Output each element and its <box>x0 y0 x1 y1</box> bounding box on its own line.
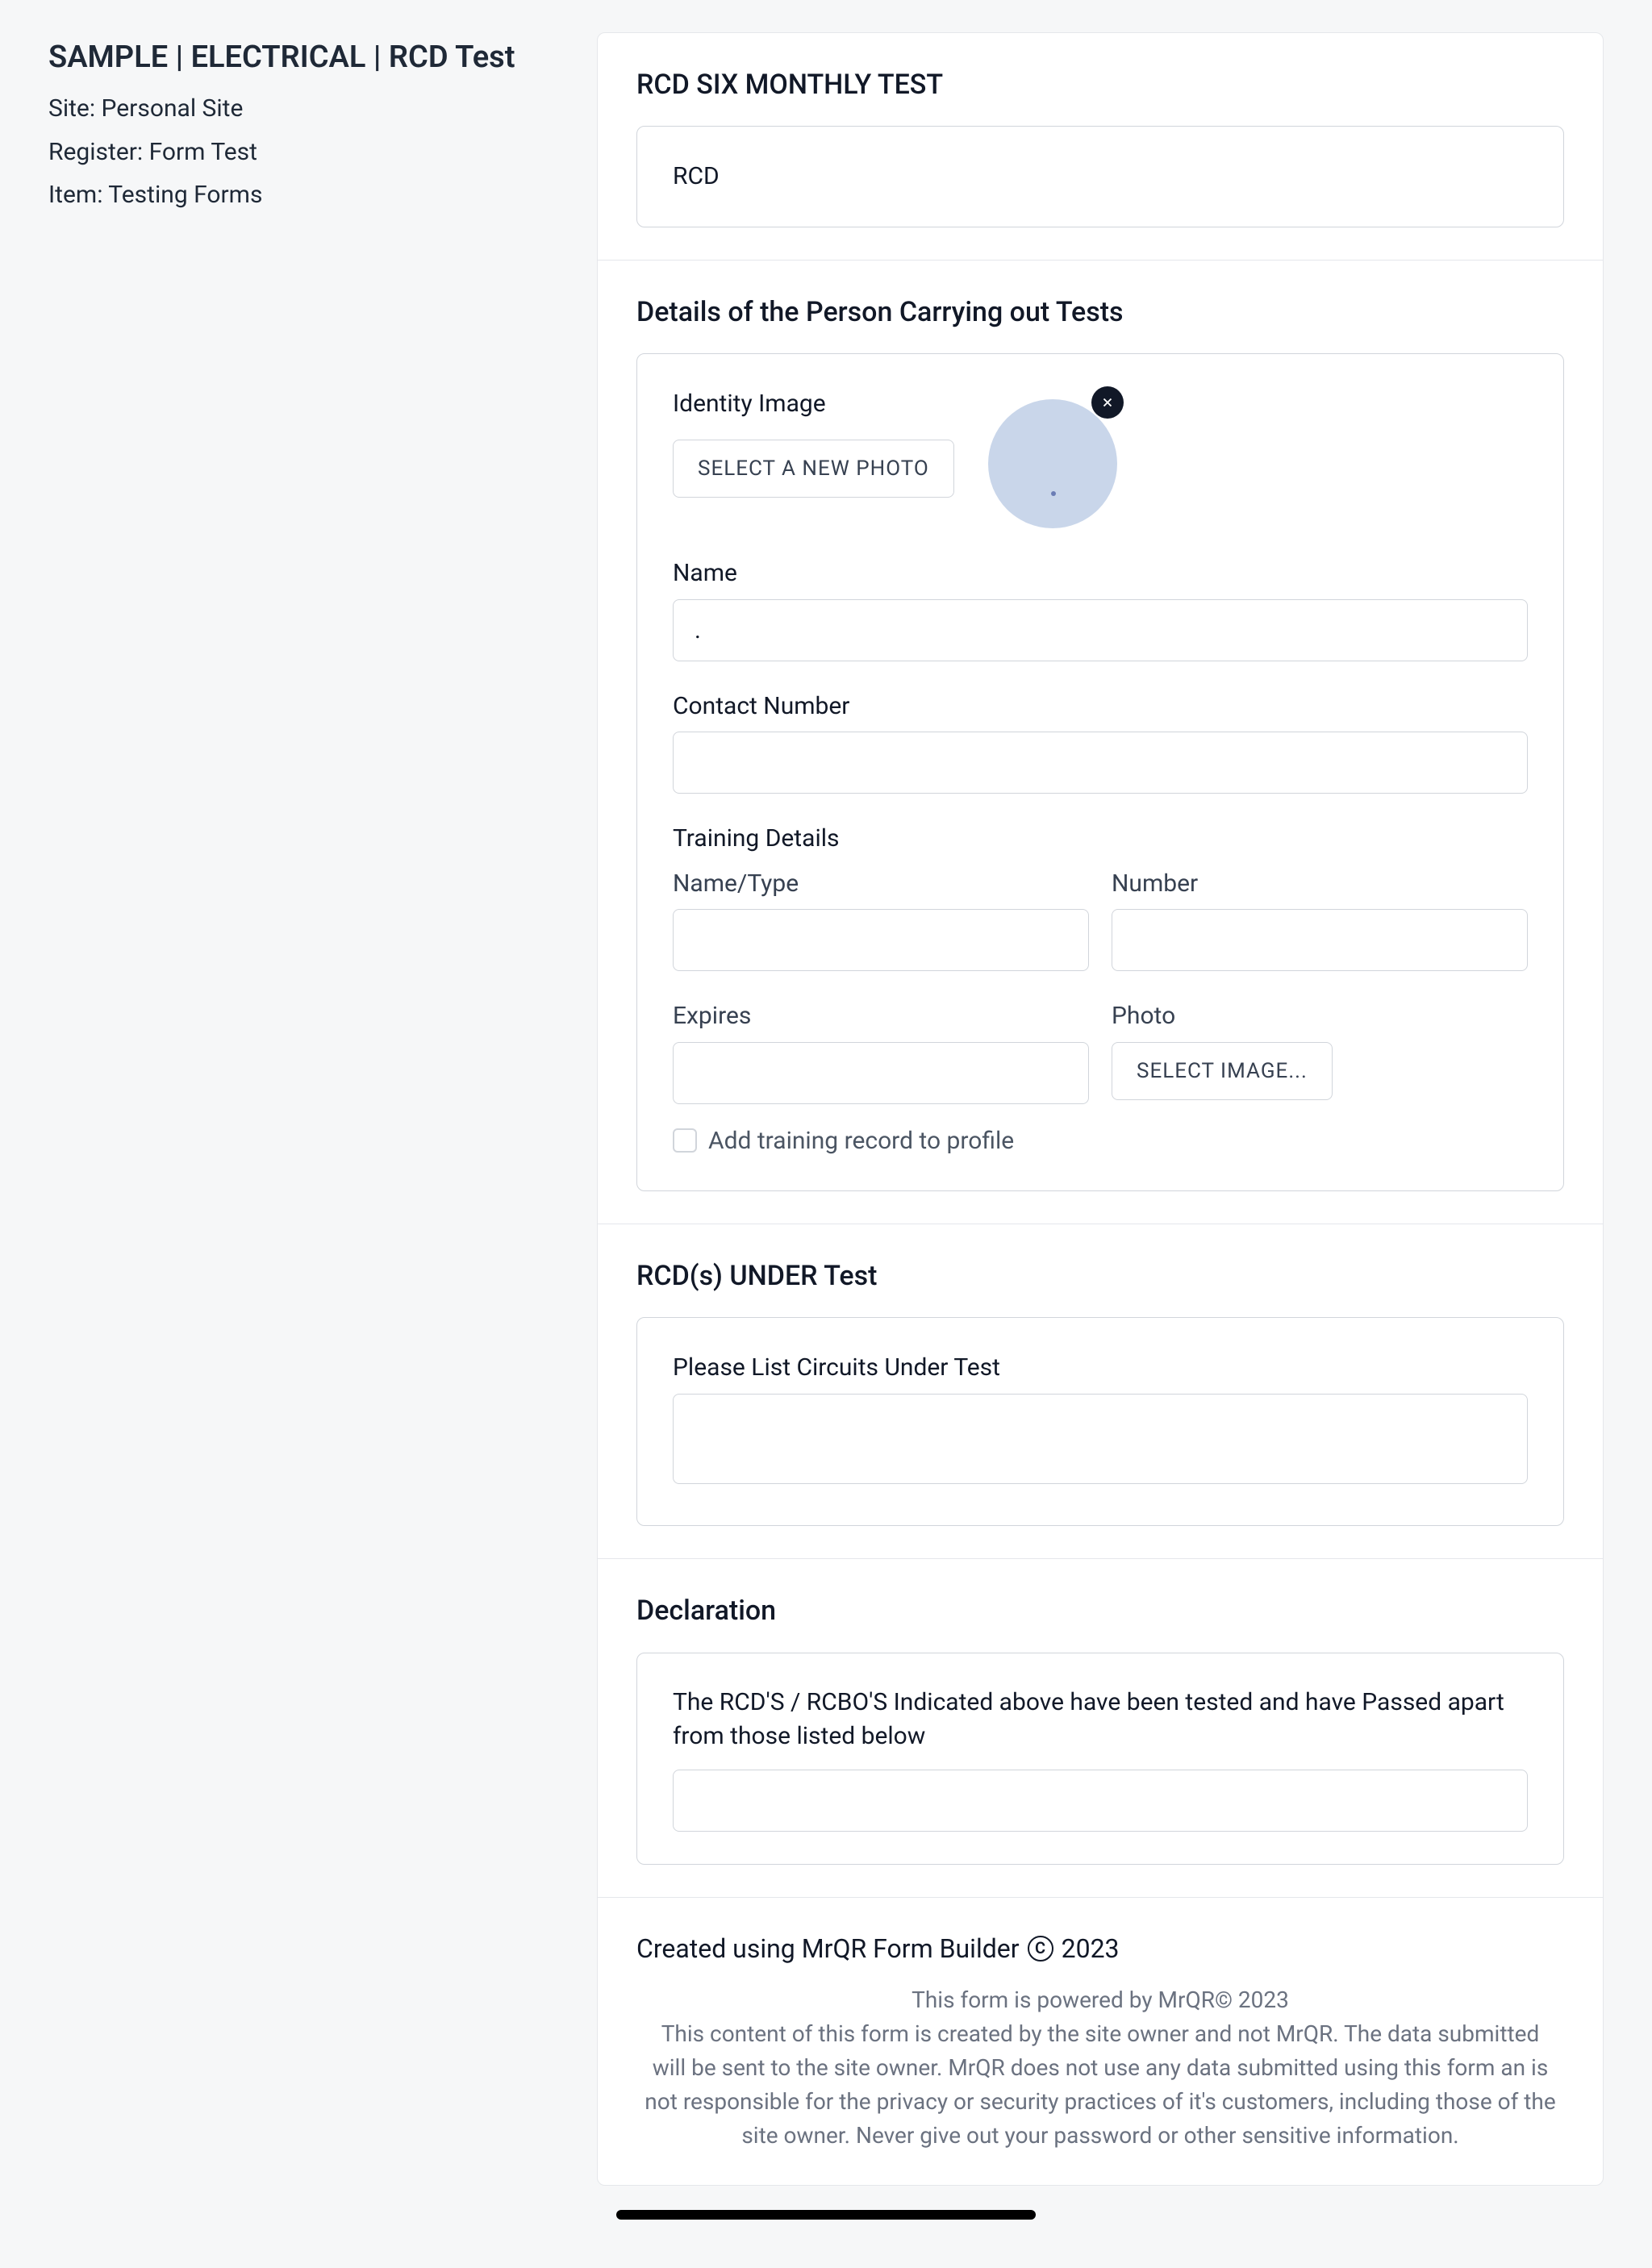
circuits-textarea[interactable] <box>673 1394 1528 1484</box>
remove-photo-button[interactable] <box>1091 386 1124 419</box>
circuits-card: Please List Circuits Under Test <box>636 1317 1564 1526</box>
name-type-input[interactable] <box>673 909 1089 971</box>
meta-item: Item: Testing Forms <box>48 177 565 213</box>
photo-label: Photo <box>1112 999 1528 1034</box>
section-declaration: Declaration The RCD'S / RCBO'S Indicated… <box>598 1559 1603 1897</box>
form-meta-sidebar: SAMPLE | ELECTRICAL | RCD Test Site: Per… <box>48 32 565 221</box>
disclaimer-text: This content of this form is created by … <box>636 2017 1564 2153</box>
select-image-button[interactable]: Select Image... <box>1112 1042 1333 1100</box>
add-training-checkbox-label: Add training record to profile <box>708 1124 1014 1159</box>
page-title: SAMPLE | ELECTRICAL | RCD Test <box>48 35 565 80</box>
number-input[interactable] <box>1112 909 1528 971</box>
declaration-card: The RCD'S / RCBO'S Indicated above have … <box>636 1653 1564 1865</box>
section-title: Declaration <box>636 1591 1564 1631</box>
avatar-wrapper <box>988 386 1117 515</box>
declaration-input[interactable] <box>673 1770 1528 1832</box>
section-title: RCD(s) UNDER Test <box>636 1257 1564 1296</box>
contact-number-label: Contact Number <box>673 689 1528 724</box>
form-main: RCD SIX MONTHLY TEST RCD Details of the … <box>597 32 1604 2186</box>
section-person-details: Details of the Person Carrying out Tests… <box>598 261 1603 1224</box>
meta-site: Site: Personal Site <box>48 91 565 127</box>
training-details-title: Training Details <box>673 821 1528 857</box>
declaration-text: The RCD'S / RCBO'S Indicated above have … <box>673 1686 1528 1753</box>
copyright-icon: C <box>1028 1936 1053 1962</box>
identity-image-label: Identity Image <box>673 386 954 422</box>
identity-row: Identity Image Select A New Photo <box>673 386 1528 515</box>
add-training-checkbox-row: Add training record to profile <box>673 1124 1528 1159</box>
name-input[interactable] <box>673 599 1528 661</box>
name-label: Name <box>673 556 1528 591</box>
expires-label: Expires <box>673 999 1089 1034</box>
section-rcd-test: RCD SIX MONTHLY TEST RCD <box>598 33 1603 261</box>
rcd-card-text: RCD <box>673 159 1528 194</box>
rcd-card: RCD <box>636 126 1564 227</box>
add-training-checkbox[interactable] <box>673 1128 697 1153</box>
meta-register: Register: Form Test <box>48 135 565 170</box>
contact-number-input[interactable] <box>673 732 1528 794</box>
powered-by-text: This form is powered by MrQR© 2023 <box>636 1983 1564 2017</box>
section-footer: Created using MrQR Form Builder C 2023 T… <box>598 1898 1603 2185</box>
number-label: Number <box>1112 866 1528 902</box>
created-suffix: 2023 <box>1062 1930 1120 1967</box>
name-type-label: Name/Type <box>673 866 1089 902</box>
avatar-dot <box>1051 491 1056 496</box>
circuits-label: Please List Circuits Under Test <box>673 1350 1528 1386</box>
section-title: RCD SIX MONTHLY TEST <box>636 65 1564 105</box>
home-indicator <box>616 2210 1036 2220</box>
select-photo-button[interactable]: Select A New Photo <box>673 440 954 498</box>
identity-avatar <box>988 399 1117 528</box>
created-using-line: Created using MrQR Form Builder C 2023 <box>636 1930 1564 1967</box>
section-title: Details of the Person Carrying out Tests <box>636 293 1564 332</box>
section-rcds-under-test: RCD(s) UNDER Test Please List Circuits U… <box>598 1224 1603 1559</box>
close-icon <box>1100 395 1115 410</box>
expires-input[interactable] <box>673 1042 1089 1104</box>
person-details-card: Identity Image Select A New Photo <box>636 353 1564 1191</box>
created-prefix: Created using MrQR Form Builder <box>636 1930 1020 1967</box>
